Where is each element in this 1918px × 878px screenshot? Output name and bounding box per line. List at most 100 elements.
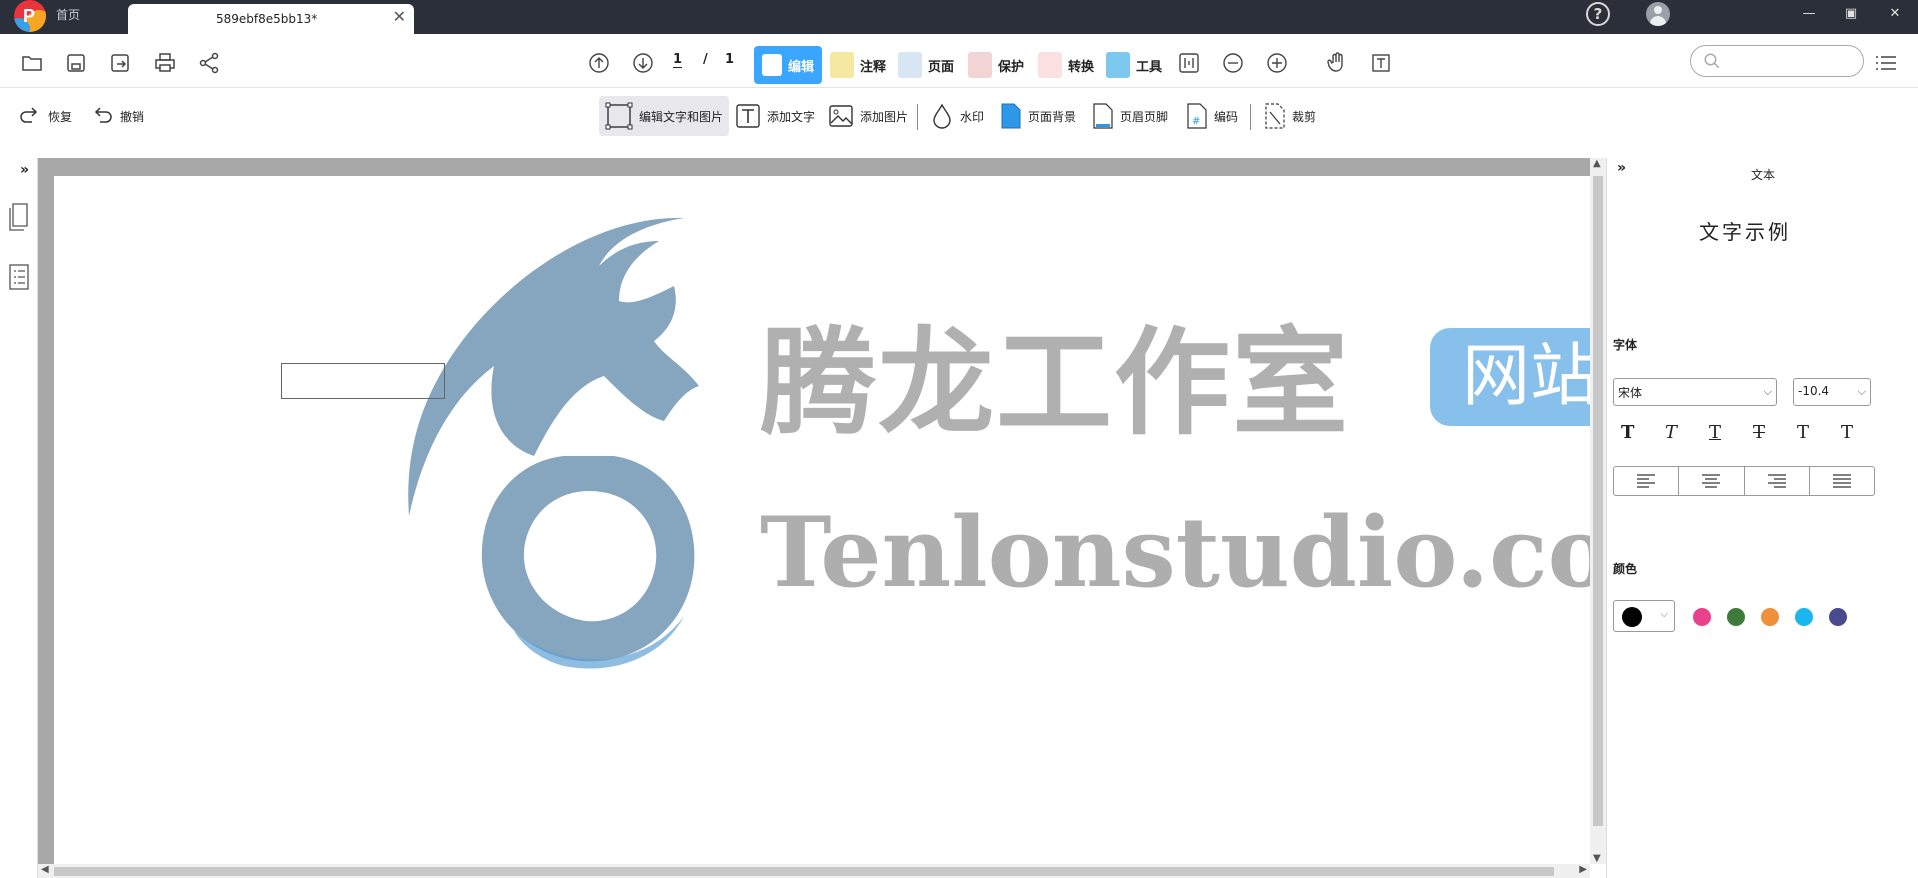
protect-icon xyxy=(968,52,992,78)
tab-close-icon[interactable]: ✕ xyxy=(393,7,406,26)
hand-tool-icon[interactable] xyxy=(1324,50,1350,76)
search-input[interactable] xyxy=(1727,51,1853,71)
share-icon[interactable] xyxy=(196,50,222,76)
header-footer-label: 页眉页脚 xyxy=(1120,109,1169,124)
mode-protect-button[interactable]: 保护 xyxy=(968,46,1024,84)
annotate-icon xyxy=(830,52,854,78)
convert-icon xyxy=(1038,52,1062,78)
mode-edit-label: 编辑 xyxy=(788,59,815,75)
tools-icon xyxy=(1106,52,1130,78)
bates-numbering-button[interactable]: # 编码 xyxy=(1186,96,1238,136)
watermark-badge: 网站 xyxy=(1430,328,1590,426)
vertical-scrollbar[interactable]: ▲ ▼ xyxy=(1590,158,1606,864)
fit-page-icon[interactable] xyxy=(1176,50,1202,76)
help-icon[interactable]: ? xyxy=(1586,2,1610,26)
zoom-in-icon[interactable] xyxy=(1264,50,1290,76)
align-justify-icon xyxy=(1832,474,1851,488)
font-sample-preview: 文字示例 xyxy=(1699,220,1791,244)
tab-home[interactable]: 首页 xyxy=(56,6,80,23)
scroll-left-icon[interactable]: ◀ xyxy=(41,864,49,875)
mode-protect-label: 保护 xyxy=(998,59,1025,75)
window-close-button[interactable]: ✕ xyxy=(1880,2,1910,26)
align-left-button[interactable] xyxy=(1614,467,1680,495)
mode-page-label: 页面 xyxy=(928,59,955,75)
save-as-icon[interactable] xyxy=(107,50,133,76)
user-avatar-icon[interactable] xyxy=(1646,2,1670,26)
crop-button[interactable]: 裁剪 xyxy=(1264,96,1316,136)
left-sidebar: » xyxy=(0,158,38,878)
horizontal-scrollbar[interactable]: ◀ ▶ xyxy=(38,864,1590,878)
minimize-button[interactable]: — xyxy=(1794,2,1824,26)
open-folder-icon[interactable] xyxy=(19,50,45,76)
mode-edit-button[interactable]: 编辑 xyxy=(754,46,823,84)
toolbar-divider xyxy=(917,104,918,130)
tab-document[interactable]: 589ebf8e5bb13* ✕ xyxy=(128,4,414,34)
font-size-select[interactable]: -10.4 ⌵ xyxy=(1793,378,1871,406)
strikethrough-button[interactable]: T xyxy=(1753,422,1765,443)
select-text-icon[interactable] xyxy=(1368,50,1394,76)
save-icon[interactable] xyxy=(63,50,89,76)
header-footer-button[interactable]: 页眉页脚 xyxy=(1092,96,1168,136)
scroll-right-icon[interactable]: ▶ xyxy=(1579,864,1587,875)
zoom-out-icon[interactable] xyxy=(1220,50,1246,76)
font-family-value: 宋体 xyxy=(1618,386,1643,400)
bold-button[interactable]: T xyxy=(1621,422,1634,443)
mode-tools-button[interactable]: 工具 xyxy=(1106,46,1162,84)
color-swatch-orange[interactable] xyxy=(1761,608,1779,626)
mode-annotate-label: 注释 xyxy=(860,59,887,75)
current-page-input[interactable]: 1 xyxy=(673,52,683,68)
mode-annotate-button[interactable]: 注释 xyxy=(830,46,886,84)
page-separator: / xyxy=(703,52,708,67)
redo-button[interactable]: 恢复 xyxy=(18,96,72,136)
edit-toolbar: 恢复 撤销 编辑文字和图片 添加文字 添加图片 水印 页面背景 页眉页脚 # 编… xyxy=(0,88,1918,158)
expand-left-panel-icon[interactable]: » xyxy=(20,162,29,178)
mode-page-button[interactable]: 页面 xyxy=(898,46,954,84)
next-page-icon[interactable] xyxy=(630,50,656,76)
color-swatch-indigo[interactable] xyxy=(1829,608,1847,626)
collapse-right-panel-icon[interactable]: » xyxy=(1617,160,1626,176)
undo-button[interactable]: 撤销 xyxy=(90,96,144,136)
watermark-button[interactable]: 水印 xyxy=(930,96,984,136)
maximize-button[interactable]: ▣ xyxy=(1836,2,1866,26)
outline-icon[interactable] xyxy=(6,262,32,292)
color-swatch-green[interactable] xyxy=(1727,608,1745,626)
bates-label: 编码 xyxy=(1214,109,1239,124)
print-icon[interactable] xyxy=(152,50,178,76)
page-background-label: 页面背景 xyxy=(1028,109,1077,124)
page-background-button[interactable]: 页面背景 xyxy=(1000,96,1076,136)
horizontal-scroll-thumb[interactable] xyxy=(54,867,1554,876)
previous-page-icon[interactable] xyxy=(586,50,612,76)
align-right-icon xyxy=(1767,474,1786,488)
color-picker[interactable]: ⌵ xyxy=(1613,600,1675,632)
add-text-button[interactable]: 添加文字 xyxy=(735,96,815,136)
search-box[interactable] xyxy=(1690,45,1864,77)
redo-label: 恢复 xyxy=(48,109,73,124)
add-image-button[interactable]: 添加图片 xyxy=(828,96,908,136)
font-family-select[interactable]: 宋体 ⌵ xyxy=(1613,378,1777,406)
superscript-button[interactable]: T xyxy=(1797,422,1809,443)
color-label: 颜色 xyxy=(1613,562,1638,576)
scroll-up-icon[interactable]: ▲ xyxy=(1593,158,1601,169)
header-footer-icon xyxy=(1093,103,1113,129)
align-right-button[interactable] xyxy=(1745,467,1810,495)
vertical-scroll-thumb[interactable] xyxy=(1593,176,1603,826)
document-page[interactable]: 腾龙工作室 网站 Tenlonstudio.com xyxy=(54,176,1590,878)
mode-convert-button[interactable]: 转换 xyxy=(1038,46,1094,84)
edit-text-image-button[interactable]: 编辑文字和图片 xyxy=(599,96,730,136)
add-text-icon xyxy=(736,104,760,128)
document-viewport: 腾龙工作室 网站 Tenlonstudio.com xyxy=(38,158,1590,878)
thumbnails-icon[interactable] xyxy=(6,202,32,232)
menu-icon[interactable] xyxy=(1876,54,1896,72)
edit-text-image-label: 编辑文字和图片 xyxy=(639,109,724,124)
color-swatch-cyan[interactable] xyxy=(1795,608,1813,626)
text-selection-box[interactable] xyxy=(281,363,445,399)
watermark-label: 水印 xyxy=(960,109,985,124)
scroll-down-icon[interactable]: ▼ xyxy=(1593,853,1601,864)
underline-button[interactable]: T xyxy=(1709,422,1721,443)
color-swatch-pink[interactable] xyxy=(1693,608,1711,626)
svg-text:#: # xyxy=(1192,116,1200,127)
align-center-button[interactable] xyxy=(1679,467,1745,495)
subscript-button[interactable]: T xyxy=(1841,422,1853,443)
align-justify-button[interactable] xyxy=(1810,467,1874,495)
italic-button[interactable]: T xyxy=(1665,422,1677,443)
